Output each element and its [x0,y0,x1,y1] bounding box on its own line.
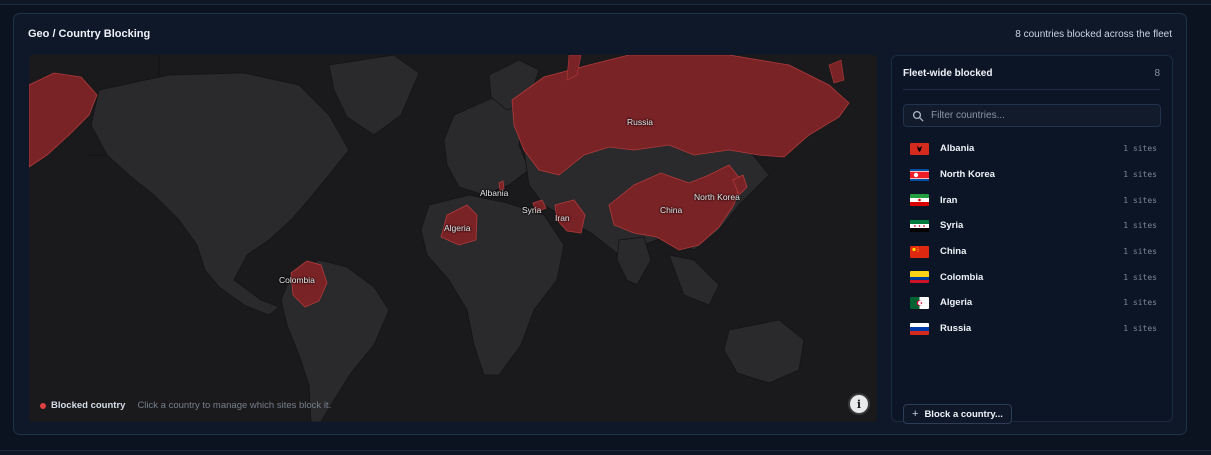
country-row-albania[interactable]: Albania 1 sites [903,136,1161,162]
algeria-flag-icon [910,296,929,309]
country-row-syria[interactable]: Syria 1 sites [903,213,1161,239]
geo-blocking-panel: Geo / Country Blocking 8 countries block… [13,13,1187,435]
legend-label: Blocked country [51,400,126,411]
blocked-dot-icon [40,402,46,409]
north-korea-flag-icon [910,168,929,181]
iran-flag-icon [910,194,929,207]
country-row-algeria[interactable]: Algeria 1 sites [903,290,1161,316]
world-map-svg [29,55,850,422]
country-row-north-korea[interactable]: North Korea 1 sites [903,162,1161,188]
sidebar-count: 8 [1154,68,1160,79]
albania-flag-icon [910,142,929,155]
land-se-asia [668,254,720,306]
land-russia-far-east-left [29,72,98,168]
filter-box[interactable] [903,104,1161,127]
map-label-north-korea[interactable]: North Korea [694,192,740,202]
land-africa [420,194,565,376]
world-map[interactable]: Russia Albania Syria Iran Algeria China … [29,55,877,422]
panel-title: Geo / Country Blocking [28,28,151,40]
blocked-summary: 8 countries blocked across the fleet [1015,29,1172,40]
map-label-iran[interactable]: Iran [555,213,570,223]
map-legend: Blocked country Click a country to manag… [40,400,331,411]
syria-flag-icon [910,219,929,232]
plus-icon: + [912,408,919,420]
top-strip [0,0,1211,5]
russia-flag-icon [910,322,929,335]
map-label-colombia[interactable]: Colombia [279,275,315,285]
map-label-albania[interactable]: Albania [480,188,508,198]
sidebar-title: Fleet-wide blocked [903,68,993,79]
land-australia [723,319,805,384]
country-row-iran[interactable]: Iran 1 sites [903,187,1161,213]
china-flag-icon [910,245,929,258]
country-row-china[interactable]: China 1 sites [903,239,1161,265]
block-country-button[interactable]: + Block a country... [903,404,1012,424]
map-label-russia[interactable]: Russia [627,117,653,127]
land-greenland [328,55,420,136]
block-country-label: Block a country... [924,408,1003,420]
search-icon [912,110,924,121]
map-label-syria[interactable]: Syria [522,205,541,215]
map-label-china[interactable]: China [660,205,682,215]
land-india [616,236,652,286]
legend-hint: Click a country to manage which sites bl… [137,400,332,411]
country-row-colombia[interactable]: Colombia 1 sites [903,264,1161,290]
blocked-country-list: Albania 1 sites North Korea 1 sites Iran… [903,136,1161,342]
info-icon[interactable]: i [850,395,868,413]
sidebar-divider [903,89,1160,90]
country-row-russia[interactable]: Russia 1 sites [903,316,1161,342]
filter-input[interactable] [929,109,1153,122]
bottom-strip [0,450,1211,455]
fleet-blocked-sidebar: Fleet-wide blocked 8 Albania 1 sites [891,55,1173,424]
colombia-flag-icon [910,271,929,284]
map-label-algeria[interactable]: Algeria [444,223,470,233]
